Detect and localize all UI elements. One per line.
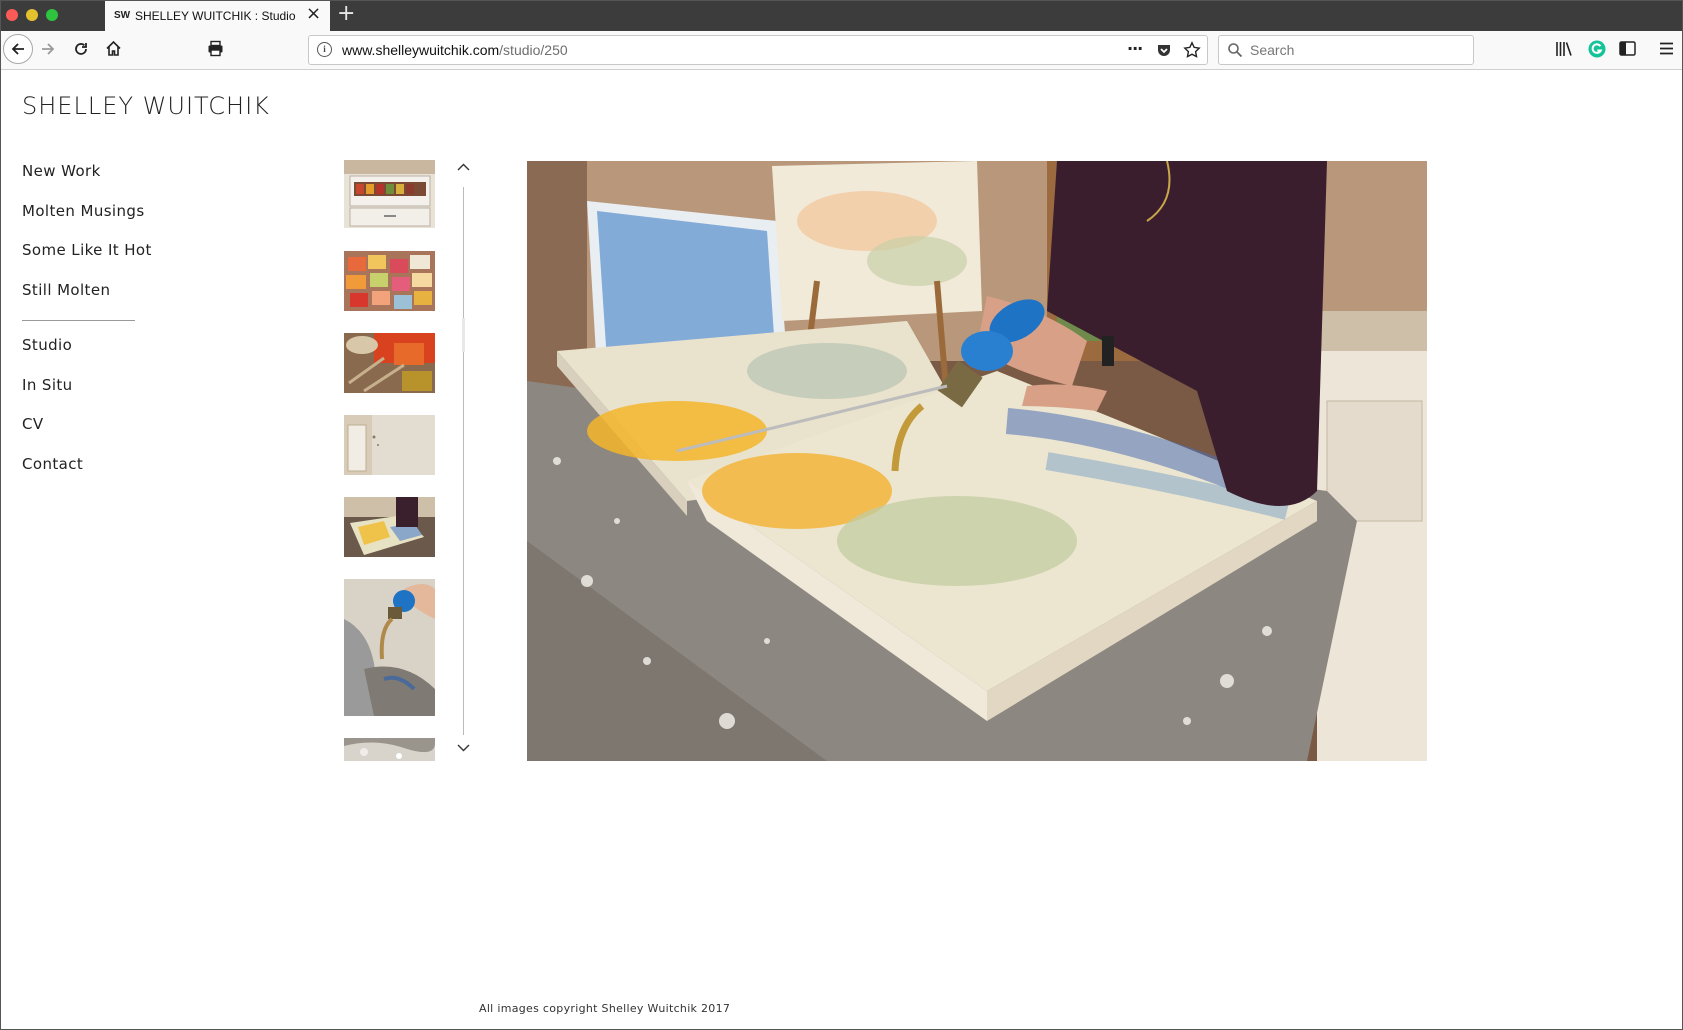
maximize-window-icon[interactable] xyxy=(46,9,58,21)
nav-item-molten-musings[interactable]: Molten Musings xyxy=(22,202,145,220)
close-window-icon[interactable] xyxy=(6,9,18,21)
thumbnail-torch-overview[interactable] xyxy=(344,497,435,557)
nav-item-new-work[interactable]: New Work xyxy=(22,162,101,180)
site-info-icon[interactable]: i xyxy=(317,42,332,57)
scroll-down-chevron-icon[interactable] xyxy=(456,741,471,756)
back-button[interactable] xyxy=(3,34,33,64)
home-icon[interactable] xyxy=(105,40,122,57)
page-actions-icon[interactable]: ··· xyxy=(1127,39,1143,58)
tab-close-icon[interactable]: × xyxy=(306,5,321,23)
nav-item-in-situ[interactable]: In Situ xyxy=(22,376,73,394)
browser-tab-active[interactable]: SW SHELLEY WUITCHIK : Studio × xyxy=(105,1,330,31)
url-path: /studio/250 xyxy=(499,42,568,58)
thumbnail-canvas-wall[interactable] xyxy=(344,415,435,475)
tab-strip: SW SHELLEY WUITCHIK : Studio × + xyxy=(0,0,1683,31)
sidebar-toggle-icon[interactable] xyxy=(1619,41,1636,56)
minimize-window-icon[interactable] xyxy=(26,9,38,21)
navigation-toolbar: i www.shelleywuitchik.com/studio/250 ···… xyxy=(0,31,1683,70)
forward-arrow-icon[interactable] xyxy=(40,41,56,57)
studio-photo-illustration xyxy=(527,161,1427,761)
thumbnail-scroll-handle[interactable] xyxy=(462,318,465,352)
print-icon[interactable] xyxy=(207,40,224,57)
grammarly-icon[interactable] xyxy=(1588,40,1606,58)
nav-item-contact[interactable]: Contact xyxy=(22,455,83,473)
reload-icon[interactable] xyxy=(73,41,89,57)
menu-icon[interactable] xyxy=(1659,42,1674,55)
nav-item-some-like-it-hot[interactable]: Some Like It Hot xyxy=(22,241,152,259)
url-host: www.shelleywuitchik.com xyxy=(342,42,500,58)
thumbnail-paint-blocks[interactable] xyxy=(344,251,435,311)
thumbnail-torch-closeup[interactable] xyxy=(344,579,435,716)
search-icon xyxy=(1228,43,1243,58)
thumbnail-strip xyxy=(344,160,435,761)
nav-item-still-molten[interactable]: Still Molten xyxy=(22,281,110,299)
main-studio-photo[interactable] xyxy=(527,161,1427,761)
thumbnail-drawer-paints[interactable] xyxy=(344,160,435,228)
tab-favicon: SW xyxy=(114,10,131,21)
nav-item-studio[interactable]: Studio xyxy=(22,336,72,354)
site-title[interactable]: SHELLEY WUITCHIK xyxy=(22,92,270,120)
new-tab-icon[interactable]: + xyxy=(337,1,355,27)
search-field[interactable]: Search xyxy=(1218,35,1474,65)
thumbnail-red-pigment[interactable] xyxy=(344,333,435,393)
scroll-up-chevron-icon[interactable] xyxy=(456,160,471,175)
pocket-icon[interactable] xyxy=(1156,42,1172,58)
library-icon[interactable] xyxy=(1555,41,1573,57)
thumbnail-partial[interactable] xyxy=(344,738,435,761)
thumbnail-scroll-track[interactable] xyxy=(463,187,464,735)
url-text[interactable]: www.shelleywuitchik.com/studio/250 xyxy=(342,42,568,58)
nav-item-cv[interactable]: CV xyxy=(22,415,44,433)
address-bar[interactable]: i www.shelleywuitchik.com/studio/250 ··· xyxy=(308,35,1208,65)
bookmark-star-icon[interactable] xyxy=(1183,41,1201,59)
back-arrow-icon xyxy=(11,43,24,55)
search-placeholder: Search xyxy=(1250,42,1295,58)
nav-divider xyxy=(22,320,135,321)
copyright-footer: All images copyright Shelley Wuitchik 20… xyxy=(479,1002,731,1015)
tab-title: SHELLEY WUITCHIK : Studio xyxy=(135,9,296,23)
